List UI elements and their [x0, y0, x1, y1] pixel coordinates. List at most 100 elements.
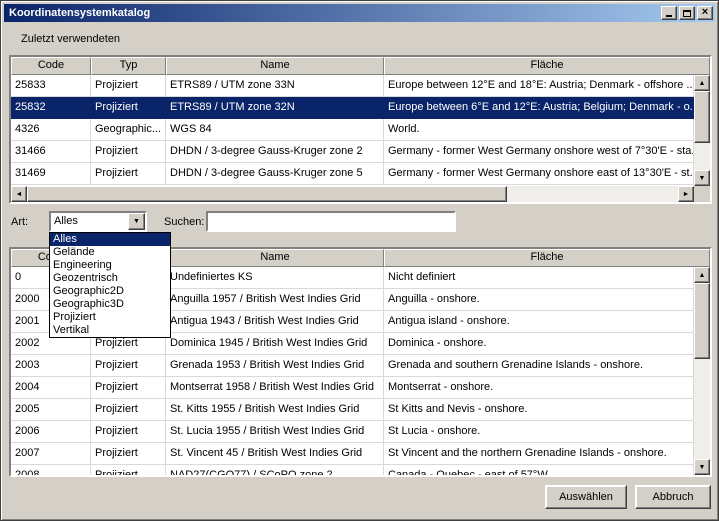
dropdown-option[interactable]: Vertikal [50, 324, 170, 337]
cell-typ: Projiziert [91, 443, 166, 465]
cell-code: 4326 [11, 119, 91, 141]
dropdown-option[interactable]: Geographic3D [50, 298, 170, 311]
arrow-down-icon: ▼ [698, 174, 706, 182]
cell-name: ETRS89 / UTM zone 33N [166, 75, 384, 97]
scroll-track[interactable] [507, 186, 678, 202]
recent-column-header-name[interactable]: Name [166, 57, 384, 75]
scroll-thumb[interactable] [694, 283, 710, 359]
recent-table-rows: 25833 Projiziert ETRS89 / UTM zone 33N E… [11, 75, 694, 186]
cell-name: Antigua 1943 / British West Indies Grid [166, 311, 384, 333]
cell-code: 31469 [11, 163, 91, 185]
cell-name: WGS 84 [166, 119, 384, 141]
art-filter-label: Art: [11, 216, 29, 228]
cell-name: DHDN / 3-degree Gauss-Kruger zone 2 [166, 141, 384, 163]
cell-flaeche: Europe between 12°E and 18°E: Austria; D… [384, 75, 694, 97]
table-row[interactable]: 2007 Projiziert St. Vincent 45 / British… [11, 443, 694, 465]
dropdown-option[interactable]: Alles [50, 233, 170, 246]
arrow-left-icon: ◄ [15, 190, 23, 198]
cell-code: 25832 [11, 97, 91, 119]
search-input[interactable] [206, 211, 456, 232]
cell-code: 25833 [11, 75, 91, 97]
dropdown-option[interactable]: Geozentrisch [50, 272, 170, 285]
cell-name: Anguilla 1957 / British West Indies Grid [166, 289, 384, 311]
cell-typ: Projiziert [91, 377, 166, 399]
recent-vertical-scrollbar[interactable]: ▲ ▼ [694, 75, 710, 186]
recent-column-header-typ[interactable]: Typ [91, 57, 166, 75]
cell-name: ETRS89 / UTM zone 32N [166, 97, 384, 119]
table-row[interactable]: 2003 Projiziert Grenada 1953 / British W… [11, 355, 694, 377]
scroll-track[interactable] [694, 359, 710, 459]
recent-column-header-flaeche[interactable]: Fläche [384, 57, 710, 75]
scroll-up-button[interactable]: ▲ [694, 267, 710, 283]
combo-dropdown-button[interactable]: ▼ [128, 213, 145, 230]
cell-name: St. Lucia 1955 / British West Indies Gri… [166, 421, 384, 443]
cell-typ: Projiziert [91, 141, 166, 163]
scroll-track[interactable] [694, 143, 710, 170]
catalog-vertical-scrollbar[interactable]: ▲ ▼ [694, 267, 710, 475]
maximize-icon [683, 9, 691, 17]
cell-flaeche: Germany - former West Germany onshore ea… [384, 163, 694, 185]
table-row[interactable]: 25832 Projiziert ETRS89 / UTM zone 32N E… [11, 97, 694, 119]
cell-flaeche: Europe between 6°E and 12°E: Austria; Be… [384, 97, 694, 119]
close-button[interactable]: × [697, 6, 713, 20]
cell-flaeche: Grenada and southern Grenadine Islands -… [384, 355, 694, 377]
arrow-right-icon: ► [682, 190, 690, 198]
cell-typ: Projiziert [91, 163, 166, 185]
cell-code: 2006 [11, 421, 91, 443]
catalog-column-header-name[interactable]: Name [166, 249, 384, 267]
cell-flaeche: World. [384, 119, 694, 141]
cell-typ: Projiziert [91, 465, 166, 475]
cell-flaeche: Antigua island - onshore. [384, 311, 694, 333]
search-label: Suchen: [164, 216, 205, 228]
select-button[interactable]: Auswählen [545, 485, 627, 509]
cell-name: St. Kitts 1955 / British West Indies Gri… [166, 399, 384, 421]
table-row[interactable]: 2005 Projiziert St. Kitts 1955 / British… [11, 399, 694, 421]
table-row[interactable]: 31469 Projiziert DHDN / 3-degree Gauss-K… [11, 163, 694, 185]
dropdown-option[interactable]: Projiziert [50, 311, 170, 324]
art-filter-dropdown-list: Alles Gelände Engineering Geozentrisch Geogr… [49, 232, 171, 338]
dropdown-option[interactable]: Engineering [50, 259, 170, 272]
catalog-column-header-flaeche[interactable]: Fläche [384, 249, 710, 267]
cell-code: 2007 [11, 443, 91, 465]
scroll-right-button[interactable]: ► [678, 186, 694, 202]
cancel-button[interactable]: Abbruch [635, 485, 711, 509]
minimize-button[interactable] [661, 6, 677, 20]
cell-typ: Geographic... [91, 119, 166, 141]
scroll-down-button[interactable]: ▼ [694, 170, 710, 186]
scroll-thumb[interactable] [27, 186, 507, 202]
cell-flaeche: St Vincent and the northern Grenadine Is… [384, 443, 694, 465]
maximize-button[interactable] [679, 6, 695, 20]
cell-typ: Projiziert [91, 399, 166, 421]
recent-horizontal-scrollbar[interactable]: ◄ ► [11, 186, 694, 202]
window-title: Koordinatensystemkatalog [9, 7, 151, 19]
dropdown-option[interactable]: Geographic2D [50, 285, 170, 298]
recent-column-header-code[interactable]: Code [11, 57, 91, 75]
table-row[interactable]: 2004 Projiziert Montserrat 1958 / Britis… [11, 377, 694, 399]
chevron-down-icon: ▼ [133, 218, 140, 225]
cell-name: Montserrat 1958 / British West Indies Gr… [166, 377, 384, 399]
table-row[interactable]: 2006 Projiziert St. Lucia 1955 / British… [11, 421, 694, 443]
cell-flaeche: Canada - Quebec - east of 57°W. [384, 465, 694, 475]
cell-flaeche: Anguilla - onshore. [384, 289, 694, 311]
cell-flaeche: Montserrat - onshore. [384, 377, 694, 399]
titlebar-buttons: × [661, 6, 715, 20]
scroll-thumb[interactable] [694, 91, 710, 143]
arrow-down-icon: ▼ [698, 463, 706, 471]
recent-table: Code Typ Name Fläche 25833 Projiziert ET… [9, 55, 712, 204]
table-row[interactable]: 31466 Projiziert DHDN / 3-degree Gauss-K… [11, 141, 694, 163]
scrollbar-corner [694, 186, 710, 202]
table-row[interactable]: 2008 Projiziert NAD27(CGQ77) / SCoPQ zon… [11, 465, 694, 475]
cell-flaeche: St Lucia - onshore. [384, 421, 694, 443]
title-bar[interactable]: Koordinatensystemkatalog × [4, 4, 715, 22]
art-filter-combobox[interactable]: Alles ▼ [49, 211, 147, 232]
dropdown-option[interactable]: Gelände [50, 246, 170, 259]
scroll-up-button[interactable]: ▲ [694, 75, 710, 91]
cell-typ: Projiziert [91, 355, 166, 377]
cell-code: 2004 [11, 377, 91, 399]
table-row[interactable]: 25833 Projiziert ETRS89 / UTM zone 33N E… [11, 75, 694, 97]
scroll-down-button[interactable]: ▼ [694, 459, 710, 475]
scroll-left-button[interactable]: ◄ [11, 186, 27, 202]
table-row[interactable]: 4326 Geographic... WGS 84 World. [11, 119, 694, 141]
cell-name: Undefiniertes KS [166, 267, 384, 289]
cell-typ: Projiziert [91, 97, 166, 119]
